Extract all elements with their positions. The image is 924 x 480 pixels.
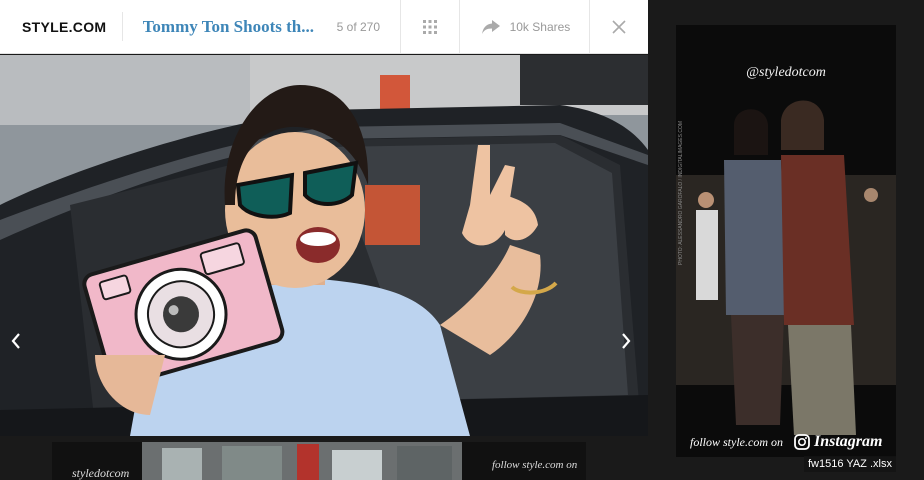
- instagram-icon: [794, 434, 810, 450]
- gallery-title-area: Tommy Ton Shoots th... 5 of 270: [123, 0, 400, 53]
- chevron-right-icon: [622, 333, 631, 349]
- banner-handle: styledotcom: [72, 466, 130, 480]
- close-button[interactable]: [590, 0, 648, 53]
- site-logo[interactable]: STYLE.COM: [0, 0, 122, 53]
- grid-view-button[interactable]: [401, 0, 459, 53]
- grid-icon: [422, 19, 437, 34]
- chevron-left-icon: [11, 333, 20, 349]
- sidebar-instagram-ad[interactable]: @styledotcom PHOTO: ALESSANDRO GAROFALO …: [676, 25, 896, 457]
- instagram-logo: Instagram: [794, 433, 882, 451]
- instagram-wordmark: Instagram: [814, 433, 883, 450]
- street-style-photo: [0, 55, 648, 436]
- slide-counter: 5 of 270: [336, 19, 381, 34]
- gallery-toolbar: STYLE.COM Tommy Ton Shoots th... 5 of 27…: [0, 0, 648, 54]
- next-slide-button[interactable]: [614, 326, 638, 356]
- gallery-title[interactable]: Tommy Ton Shoots th...: [143, 17, 315, 37]
- banner-follow-text: follow style.com on: [492, 459, 578, 471]
- share-button[interactable]: 10k Shares: [460, 0, 590, 53]
- ad-handle: @styledotcom: [746, 65, 826, 80]
- gallery-photo[interactable]: [0, 55, 648, 436]
- close-icon: [612, 19, 626, 34]
- ad-image: [676, 25, 896, 457]
- file-label[interactable]: fw1516 YAZ .xlsx: [804, 456, 896, 472]
- bottom-banner-ad[interactable]: styledotcom follow style.com on: [52, 442, 586, 480]
- previous-slide-button[interactable]: [4, 326, 28, 356]
- share-arrow-icon: [481, 19, 500, 34]
- ad-follow-text: follow style.com on: [690, 435, 783, 449]
- photo-credit: PHOTO: ALESSANDRO GAROFALO / INDIGITALIM…: [678, 120, 684, 265]
- share-count: 10k Shares: [509, 19, 571, 34]
